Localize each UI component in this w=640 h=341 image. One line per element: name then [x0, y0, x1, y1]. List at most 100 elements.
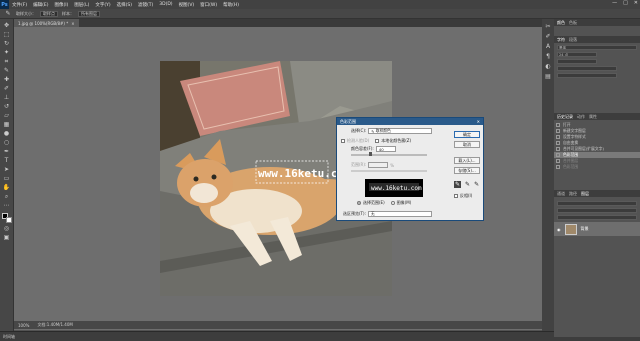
range-slider[interactable]	[351, 170, 427, 172]
layer-filter-select[interactable]	[557, 201, 637, 206]
menu-select[interactable]: 选择(S)	[114, 2, 135, 8]
history-brush-tool-icon[interactable]: ↺	[3, 103, 11, 110]
eye-icon[interactable]: ◉	[557, 227, 561, 232]
fuzziness-slider[interactable]	[351, 152, 427, 156]
tracking-input[interactable]	[557, 66, 617, 71]
menu-image[interactable]: 图像(I)	[51, 2, 71, 8]
brush-settings-icon[interactable]: ✐	[544, 33, 552, 40]
eyedropper-subtract-icon[interactable]: ✎	[474, 181, 479, 188]
type-tool-icon[interactable]: T	[3, 157, 11, 164]
leading-input[interactable]	[557, 59, 597, 64]
move-tool-icon[interactable]: ✥	[3, 22, 11, 29]
history-item[interactable]: 色彩范围	[554, 164, 640, 170]
selection-preview-row: 选区预览(T): 无	[343, 211, 432, 217]
history-panel: 打开 新建文字图层 设置字符样式 自由变换 合并可见图层(扩展文字) 色彩范围 …	[554, 120, 640, 190]
clone-stamp-tool-icon[interactable]: ⊥	[3, 94, 11, 101]
pen-tool-icon[interactable]: ✒	[3, 148, 11, 155]
selection-radio[interactable]	[357, 201, 361, 205]
marquee-tool-icon[interactable]: ⬚	[3, 31, 11, 38]
blur-tool-icon[interactable]: ●	[3, 130, 11, 137]
tab-color[interactable]: 颜色	[557, 20, 565, 26]
timeline-label[interactable]: 时间轴	[3, 334, 15, 340]
tab-swatches[interactable]: 色板	[569, 20, 577, 26]
fuzziness-slider-handle[interactable]	[369, 152, 372, 156]
adjustments-icon[interactable]: ◐	[544, 63, 552, 70]
dodge-tool-icon[interactable]: ○	[3, 139, 11, 146]
more-tools-icon[interactable]: ⋯	[3, 202, 11, 209]
tab-paragraph[interactable]: 段落	[569, 37, 577, 43]
eyedropper-icon[interactable]: ✎	[4, 10, 12, 17]
eyedropper-sample-icon[interactable]: ✎	[454, 181, 462, 188]
eraser-tool-icon[interactable]: ▱	[3, 112, 11, 119]
tab-history[interactable]: 历史记录	[557, 114, 573, 120]
magic-wand-tool-icon[interactable]: ✦	[3, 49, 11, 56]
tab-properties[interactable]: 属性	[589, 114, 597, 120]
cancel-button[interactable]: 取消	[454, 141, 480, 148]
minimize-button[interactable]: —	[612, 0, 617, 6]
status-bar: 100% 文档:1.40M/1.40M	[14, 321, 542, 329]
lasso-tool-icon[interactable]: ↻	[3, 40, 11, 47]
tab-layers[interactable]: 图层	[581, 191, 589, 197]
zoom-tool-icon[interactable]: ⌕	[3, 193, 11, 200]
font-family-select[interactable]: 黑体	[557, 45, 637, 50]
invert-checkbox[interactable]	[454, 194, 458, 198]
rectangle-tool-icon[interactable]: ▭	[3, 175, 11, 182]
brush-tool-icon[interactable]: ✐	[3, 85, 11, 92]
range-input[interactable]	[368, 162, 389, 168]
dialog-close-icon[interactable]: ✕	[477, 119, 480, 124]
maximize-button[interactable]: □	[623, 0, 628, 6]
healing-brush-tool-icon[interactable]: ✚	[3, 76, 11, 83]
menu-help[interactable]: 帮助(H)	[220, 2, 242, 8]
menu-edit[interactable]: 编辑(E)	[30, 2, 51, 8]
eyedropper-tool-icon[interactable]: ✎	[3, 67, 11, 74]
eyedropper-icon: ✎	[371, 128, 375, 134]
save-button[interactable]: 存储(S)...	[454, 167, 480, 174]
tab-channels[interactable]: 通道	[557, 191, 565, 197]
menu-view[interactable]: 视图(V)	[176, 2, 198, 8]
ok-button[interactable]: 确定	[454, 131, 480, 138]
tab-character[interactable]: 字符	[557, 37, 565, 43]
document-tab[interactable]: 1.jpg @ 100%(RGB/8#) * ×	[14, 19, 79, 27]
character-icon[interactable]: A	[544, 43, 552, 50]
hand-tool-icon[interactable]: ✋	[3, 184, 11, 191]
tool-presets-icon[interactable]: ✂	[544, 23, 552, 30]
select-dropdown[interactable]: ✎ 取样颜色	[368, 128, 433, 134]
sample-label: 样本：	[62, 10, 74, 16]
styles-icon[interactable]: ▤	[544, 73, 552, 80]
range-label: 范围(R):	[351, 162, 367, 167]
tab-paths[interactable]: 路径	[569, 191, 577, 197]
crop-tool-icon[interactable]: ⌗	[3, 58, 11, 65]
detect-faces-checkbox[interactable]	[341, 139, 345, 143]
close-tab-icon[interactable]: ×	[71, 21, 74, 26]
eyedropper-add-icon[interactable]: ✎	[465, 181, 470, 188]
path-selection-tool-icon[interactable]: ➤	[3, 166, 11, 173]
layer-name[interactable]: 背景	[581, 226, 589, 232]
menu-type[interactable]: 文字(Y)	[92, 2, 113, 8]
sample-size-select[interactable]: 取样点	[40, 10, 58, 17]
paragraph-icon[interactable]: ¶	[544, 53, 552, 60]
color-swatches[interactable]	[1, 213, 12, 223]
layer-row[interactable]: ◉ 背景	[554, 222, 640, 236]
menu-file[interactable]: 文件(F)	[9, 2, 30, 8]
quick-mask-icon[interactable]: ◎	[3, 225, 11, 232]
menu-3d[interactable]: 3D(D)	[156, 2, 175, 7]
blend-mode-select[interactable]	[557, 208, 637, 213]
lock-options-row[interactable]	[557, 215, 637, 220]
menu-filter[interactable]: 滤镜(T)	[135, 2, 156, 8]
gradient-tool-icon[interactable]: ▦	[3, 121, 11, 128]
sample-layers-select[interactable]: 所有图层	[78, 10, 100, 17]
menu-layer[interactable]: 图层(L)	[71, 2, 92, 8]
zoom-level[interactable]: 100%	[18, 323, 29, 328]
fuzziness-input[interactable]: 40	[375, 146, 396, 152]
screen-mode-icon[interactable]: ▣	[3, 234, 11, 241]
load-button[interactable]: 载入(L)...	[454, 157, 480, 164]
localized-clusters-checkbox[interactable]	[375, 139, 380, 143]
image-radio[interactable]	[390, 201, 395, 205]
tab-actions[interactable]: 动作	[577, 114, 585, 120]
background-color-swatch[interactable]	[5, 217, 12, 223]
selection-preview-select[interactable]: 无	[367, 211, 432, 217]
close-button[interactable]: ✕	[634, 0, 638, 6]
menu-window[interactable]: 窗口(W)	[197, 2, 220, 8]
scale-input[interactable]	[557, 73, 617, 78]
font-size-input[interactable]: 24 点	[557, 52, 597, 57]
